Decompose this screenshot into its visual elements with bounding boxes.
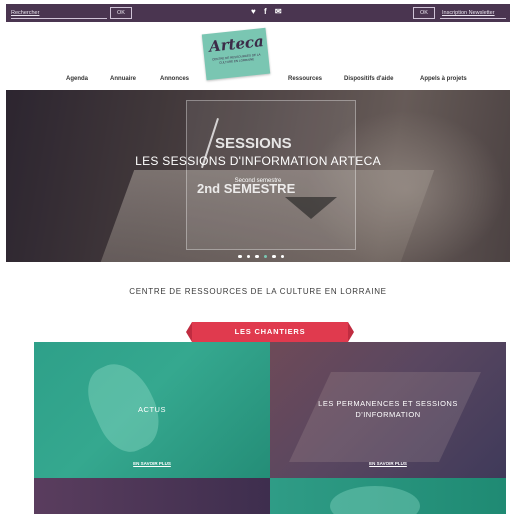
arteca-logo[interactable]: Arteca CENTRE DE RESSOURCES DE LA CULTUR… <box>201 27 271 81</box>
newsletter-ok-button[interactable]: OK <box>413 7 435 19</box>
search-label: Rechercher <box>11 10 40 16</box>
tile-bottom-right[interactable] <box>270 478 506 514</box>
newsletter-label: Inscription Newsletter <box>442 10 495 16</box>
tile-actus[interactable]: ACTUS EN SAVOIR PLUS <box>34 342 270 478</box>
chantiers-ribbon: LES CHANTIERS <box>186 322 354 342</box>
hero-subtitle: Second semestre <box>234 178 282 184</box>
nav-annuaire[interactable]: Annuaire <box>110 76 136 82</box>
tile-permanences[interactable]: LES PERMANENCES ET SESSIONS D'INFORMATIO… <box>270 342 506 478</box>
nav-annonces[interactable]: Annonces <box>160 76 189 82</box>
top-bar: Rechercher OK ♥ f ✉ OK Inscription Newsl… <box>6 4 510 22</box>
search-ok-button[interactable]: OK <box>110 7 132 19</box>
tile-permanences-more-link[interactable]: EN SAVOIR PLUS <box>270 461 506 466</box>
slider-dot[interactable] <box>255 254 259 258</box>
nav-ressources[interactable]: Ressources <box>288 76 322 82</box>
hero-title[interactable]: LES SESSIONS D'INFORMATION ARTECA <box>6 154 510 168</box>
slider-dot[interactable] <box>272 254 276 258</box>
tile-actus-label: ACTUS <box>138 405 166 414</box>
social-icons[interactable]: ♥ f ✉ <box>251 7 285 16</box>
tile-bottom-left[interactable] <box>34 478 270 514</box>
slider-dot[interactable] <box>238 254 242 258</box>
section-headline: CENTRE DE RESSOURCES DE LA CULTURE EN LO… <box>129 287 387 296</box>
page: Rechercher OK ♥ f ✉ OK Inscription Newsl… <box>6 4 510 514</box>
tile-bottom-right-image <box>330 486 420 514</box>
tile-permanences-label: LES PERMANENCES ET SESSIONS D'INFORMATIO… <box>318 399 458 419</box>
nav-agenda[interactable]: Agenda <box>66 76 88 82</box>
slider-dot[interactable] <box>280 254 284 258</box>
nav-dispositifs[interactable]: Dispositifs d'aide <box>344 76 393 82</box>
tile-actus-more-link[interactable]: EN SAVOIR PLUS <box>34 461 270 466</box>
poster-triangle <box>285 197 337 219</box>
search-input[interactable]: Rechercher <box>11 7 107 19</box>
slider-dot[interactable] <box>263 254 267 258</box>
hero-slider[interactable]: SESSIONS 2nd SEMESTRE LES SESSIONS D'INF… <box>6 90 510 262</box>
slider-dot[interactable] <box>246 254 250 258</box>
slider-dots <box>238 245 289 258</box>
newsletter-input[interactable]: Inscription Newsletter <box>440 7 506 19</box>
nav-appels[interactable]: Appels à projets <box>420 76 467 82</box>
poster-line1: SESSIONS <box>215 135 292 152</box>
hero-poster: SESSIONS 2nd SEMESTRE <box>186 100 356 250</box>
